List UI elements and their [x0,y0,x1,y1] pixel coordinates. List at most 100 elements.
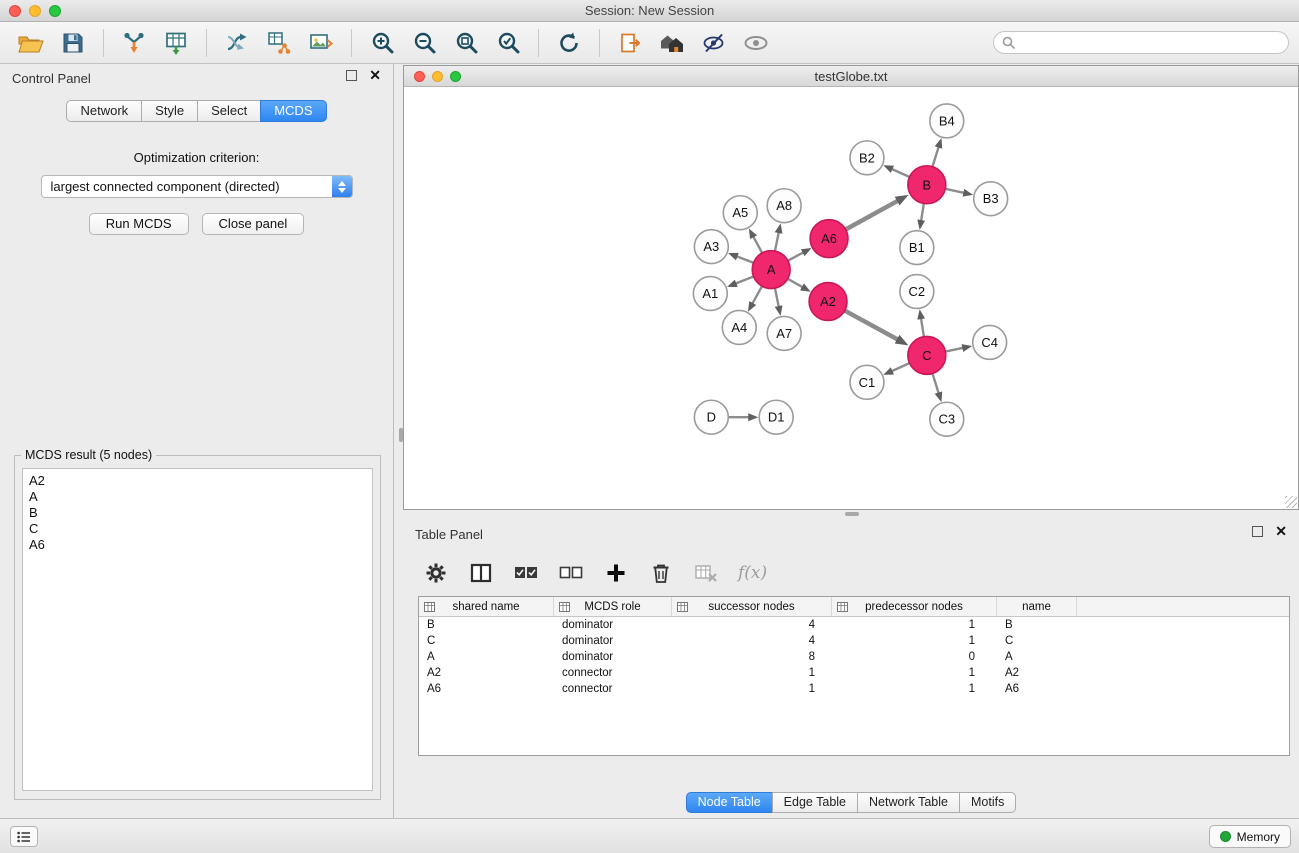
function-builder-button[interactable]: f(x) [738,560,767,586]
table-cell[interactable]: 1 [832,667,997,679]
column-header-name[interactable]: name [997,597,1077,616]
table-row[interactable]: Bdominator41B [419,617,1289,633]
tab-motifs[interactable]: Motifs [959,792,1016,813]
graph-node-B[interactable]: B [908,166,946,204]
graph-node-B1[interactable]: B1 [900,231,934,265]
network-graph[interactable]: AA1A2A3A4A5A6A7A8BB1B2B3B4CC1C2C3C4DD1 [404,87,1298,509]
table-cell[interactable]: dominator [554,635,672,647]
graph-node-C1[interactable]: C1 [850,365,884,399]
float-table-panel-icon[interactable] [1252,526,1263,537]
graph-node-A8[interactable]: A8 [767,189,801,223]
export-image-button[interactable] [300,26,342,60]
delete-column-button[interactable] [693,560,719,586]
graphics-details-button[interactable] [693,26,735,60]
table-cell[interactable]: A [419,651,554,663]
table-cell[interactable]: 4 [672,619,832,631]
column-header-mcds-role[interactable]: MCDS role [554,597,672,616]
close-table-panel-icon[interactable]: ✕ [1275,526,1287,537]
table-cell[interactable]: C [419,635,554,647]
graph-node-A5[interactable]: A5 [723,196,757,230]
select-all-button[interactable] [513,560,539,586]
graph-edge-A-A7[interactable] [775,288,779,307]
table-cell[interactable]: dominator [554,619,672,631]
graph-node-A[interactable]: A [752,251,790,289]
graph-node-A6[interactable]: A6 [810,220,848,258]
table-cell[interactable]: A [997,651,1077,663]
graph-edge-A-A1[interactable] [735,277,753,284]
graph-node-A3[interactable]: A3 [694,230,728,264]
table-cell[interactable]: B [997,619,1077,631]
search-input[interactable] [1020,35,1280,50]
graph-node-B4[interactable]: B4 [930,104,964,138]
graph-edge-A-A2[interactable] [788,279,803,287]
graph-edge-B-B4[interactable] [932,147,938,167]
graph-node-C[interactable]: C [908,336,946,374]
open-session-button[interactable] [10,26,52,60]
network-table-button[interactable] [258,26,300,60]
graph-edge-A-A6[interactable] [788,252,804,260]
home-button[interactable] [651,26,693,60]
table-cell[interactable]: A6 [997,683,1077,695]
graph-edge-A2-C[interactable] [845,311,898,340]
table-cell[interactable]: A6 [419,683,554,695]
graph-edge-A6-B[interactable] [846,201,898,230]
graph-node-A1[interactable]: A1 [693,277,727,311]
graph-edge-C-C3[interactable] [932,373,938,393]
result-item[interactable]: A6 [29,537,366,553]
task-history-button[interactable] [10,826,38,847]
memory-button[interactable]: Memory [1209,825,1291,848]
network-window-titlebar[interactable]: testGlobe.txt [404,66,1298,87]
mcds-result-list[interactable]: A2ABCA6 [22,468,373,791]
graph-edge-A-A5[interactable] [753,236,762,253]
zoom-selected-button[interactable] [487,26,529,60]
result-item[interactable]: C [29,521,366,537]
table-cell[interactable]: A2 [997,667,1077,679]
tab-style[interactable]: Style [141,100,198,122]
graph-edge-B-B2[interactable] [892,169,910,177]
table-cell[interactable]: 1 [832,635,997,647]
tab-edge-table[interactable]: Edge Table [772,792,858,813]
table-row[interactable]: A2connector11A2 [419,665,1289,681]
window-resize-grip[interactable] [1285,496,1297,508]
graph-edge-B-B3[interactable] [945,189,964,193]
new-network-button[interactable] [216,26,258,60]
graph-node-B3[interactable]: B3 [974,182,1008,216]
zoom-out-button[interactable] [403,26,445,60]
graph-edge-A-A4[interactable] [752,286,762,304]
table-cell[interactable]: 4 [672,635,832,647]
graph-node-D[interactable]: D [694,400,728,434]
table-cell[interactable]: connector [554,683,672,695]
table-cell[interactable]: 1 [832,683,997,695]
run-mcds-button[interactable]: Run MCDS [89,213,189,235]
column-header-successor-nodes[interactable]: successor nodes [672,597,832,616]
graph-node-C4[interactable]: C4 [973,325,1007,359]
import-table-button[interactable] [155,26,197,60]
graph-edge-A-A8[interactable] [775,232,779,251]
table-cell[interactable]: C [997,635,1077,647]
refresh-layout-button[interactable] [548,26,590,60]
tab-mcds[interactable]: MCDS [260,100,326,122]
vertical-splitter-handle[interactable] [399,428,403,442]
table-cell[interactable]: 1 [672,683,832,695]
graph-edge-C-C2[interactable] [921,318,924,337]
tab-select[interactable]: Select [197,100,261,122]
float-panel-icon[interactable] [346,70,357,81]
unselect-all-button[interactable] [558,560,584,586]
table-row[interactable]: Cdominator41C [419,633,1289,649]
network-canvas[interactable]: AA1A2A3A4A5A6A7A8BB1B2B3B4CC1C2C3C4DD1 [404,87,1298,509]
delete-row-button[interactable] [648,560,674,586]
graph-node-A7[interactable]: A7 [767,316,801,350]
table-row[interactable]: Adominator80A [419,649,1289,665]
column-header-shared-name[interactable]: shared name [419,597,554,616]
graph-node-A4[interactable]: A4 [722,310,756,344]
criterion-dropdown[interactable]: largest connected component (directed) [41,175,353,198]
tab-node-table[interactable]: Node Table [686,792,773,813]
add-column-button[interactable] [603,560,629,586]
close-panel-icon[interactable]: ✕ [369,70,381,81]
show-hide-button[interactable] [735,26,777,60]
table-cell[interactable]: dominator [554,651,672,663]
show-columns-button[interactable] [468,560,494,586]
table-row[interactable]: A6connector11A6 [419,681,1289,697]
graph-node-D1[interactable]: D1 [759,400,793,434]
graph-node-A2[interactable]: A2 [809,283,847,321]
